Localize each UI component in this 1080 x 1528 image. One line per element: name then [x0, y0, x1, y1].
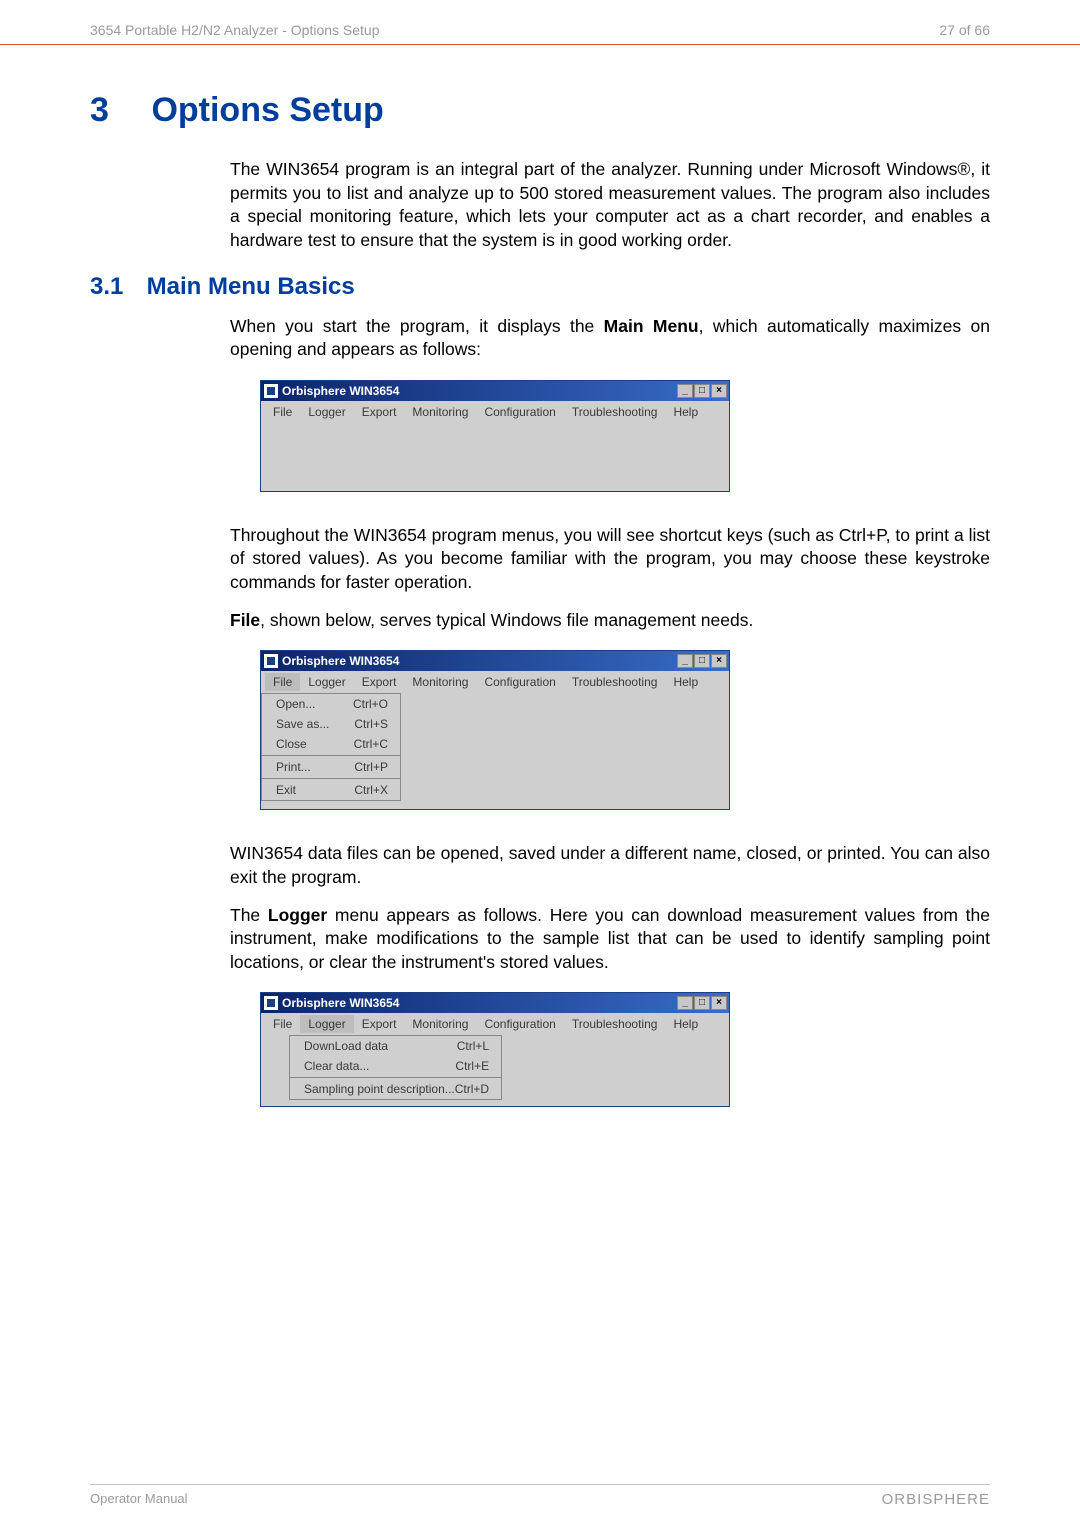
app-icon	[264, 654, 278, 668]
window-main-menu: Orbisphere WIN3654 _ □ × File Logger Exp…	[260, 380, 730, 492]
shortcut-paragraph: Throughout the WIN3654 program menus, yo…	[230, 524, 990, 595]
menu-export[interactable]: Export	[354, 403, 405, 421]
app-icon	[264, 996, 278, 1010]
minimize-button[interactable]: _	[677, 996, 693, 1010]
doc-title: 3654 Portable H2/N2 Analyzer - Options S…	[90, 22, 380, 38]
main-menu-intro: When you start the program, it displays …	[230, 315, 990, 362]
main-menu-term: Main Menu	[604, 316, 699, 336]
menu-file[interactable]: File	[265, 403, 300, 421]
logger-paragraph: The Logger menu appears as follows. Here…	[230, 904, 990, 975]
window-file-menu: Orbisphere WIN3654 _ □ × File Logger Exp…	[260, 650, 730, 810]
section-number: 3.1	[90, 273, 140, 301]
file-paragraph: File, shown below, serves typical Window…	[230, 609, 990, 633]
page-header: 3654 Portable H2/N2 Analyzer - Options S…	[0, 0, 1080, 45]
close-button[interactable]: ×	[711, 996, 727, 1010]
menu-item-open[interactable]: Open... Ctrl+O	[262, 694, 400, 714]
window-titlebar[interactable]: Orbisphere WIN3654 _ □ ×	[261, 993, 729, 1013]
maximize-button[interactable]: □	[694, 384, 710, 398]
menu-item-print[interactable]: Print... Ctrl+P	[262, 757, 400, 777]
footer-brand: ORBISPHERE	[882, 1491, 990, 1508]
menu-export[interactable]: Export	[354, 1015, 405, 1033]
menu-logger[interactable]: Logger	[300, 403, 353, 421]
window-body: DownLoad data Ctrl+L Clear data... Ctrl+…	[261, 1035, 729, 1106]
window-title: Orbisphere WIN3654	[282, 996, 677, 1010]
menu-item-sampling-point[interactable]: Sampling point description... Ctrl+D	[290, 1079, 501, 1099]
close-button[interactable]: ×	[711, 384, 727, 398]
window-title: Orbisphere WIN3654	[282, 654, 677, 668]
menu-help[interactable]: Help	[665, 673, 706, 691]
window-body: Open... Ctrl+O Save as... Ctrl+S Close C…	[261, 693, 729, 809]
menu-item-save-as[interactable]: Save as... Ctrl+S	[262, 714, 400, 734]
menu-troubleshooting[interactable]: Troubleshooting	[564, 673, 666, 691]
footer-left: Operator Manual	[90, 1491, 188, 1508]
section-heading: 3.1 Main Menu Basics	[90, 273, 990, 301]
chapter-heading: 3 Options Setup	[90, 91, 990, 130]
menu-monitoring[interactable]: Monitoring	[404, 403, 476, 421]
window-titlebar[interactable]: Orbisphere WIN3654 _ □ ×	[261, 651, 729, 671]
menu-configuration[interactable]: Configuration	[476, 1015, 563, 1033]
menu-logger[interactable]: Logger	[300, 673, 353, 691]
close-button[interactable]: ×	[711, 654, 727, 668]
menu-separator	[290, 1077, 501, 1078]
minimize-button[interactable]: _	[677, 654, 693, 668]
menu-separator	[262, 778, 400, 779]
menu-configuration[interactable]: Configuration	[476, 673, 563, 691]
menu-item-download-data[interactable]: DownLoad data Ctrl+L	[290, 1036, 501, 1056]
window-body	[261, 423, 729, 491]
window-titlebar[interactable]: Orbisphere WIN3654 _ □ ×	[261, 381, 729, 401]
files-paragraph: WIN3654 data files can be opened, saved …	[230, 842, 990, 889]
logger-dropdown: DownLoad data Ctrl+L Clear data... Ctrl+…	[289, 1035, 502, 1100]
menu-separator	[262, 755, 400, 756]
menu-monitoring[interactable]: Monitoring	[404, 1015, 476, 1033]
intro-paragraph: The WIN3654 program is an integral part …	[230, 158, 990, 253]
menu-help[interactable]: Help	[665, 1015, 706, 1033]
window-logger-menu: Orbisphere WIN3654 _ □ × File Logger Exp…	[260, 992, 730, 1107]
page-number: 27 of 66	[939, 22, 990, 38]
menu-logger[interactable]: Logger	[300, 1015, 353, 1033]
menubar: File Logger Export Monitoring Configurat…	[261, 401, 729, 423]
menu-help[interactable]: Help	[665, 403, 706, 421]
logger-term: Logger	[268, 905, 327, 925]
minimize-button[interactable]: _	[677, 384, 693, 398]
menu-monitoring[interactable]: Monitoring	[404, 673, 476, 691]
menu-export[interactable]: Export	[354, 673, 405, 691]
menubar: File Logger Export Monitoring Configurat…	[261, 671, 729, 693]
page-footer: Operator Manual ORBISPHERE	[90, 1484, 990, 1508]
maximize-button[interactable]: □	[694, 996, 710, 1010]
menu-file[interactable]: File	[265, 673, 300, 691]
file-dropdown: Open... Ctrl+O Save as... Ctrl+S Close C…	[261, 693, 401, 801]
menu-file[interactable]: File	[265, 1015, 300, 1033]
menu-item-close[interactable]: Close Ctrl+C	[262, 734, 400, 754]
menubar: File Logger Export Monitoring Configurat…	[261, 1013, 729, 1035]
menu-troubleshooting[interactable]: Troubleshooting	[564, 403, 666, 421]
app-icon	[264, 384, 278, 398]
chapter-title-text: Options Setup	[151, 91, 383, 129]
window-title: Orbisphere WIN3654	[282, 384, 677, 398]
chapter-number: 3	[90, 91, 142, 130]
menu-configuration[interactable]: Configuration	[476, 403, 563, 421]
section-title-text: Main Menu Basics	[147, 273, 355, 300]
menu-item-clear-data[interactable]: Clear data... Ctrl+E	[290, 1056, 501, 1076]
menu-item-exit[interactable]: Exit Ctrl+X	[262, 780, 400, 800]
file-term: File	[230, 610, 260, 630]
maximize-button[interactable]: □	[694, 654, 710, 668]
menu-troubleshooting[interactable]: Troubleshooting	[564, 1015, 666, 1033]
